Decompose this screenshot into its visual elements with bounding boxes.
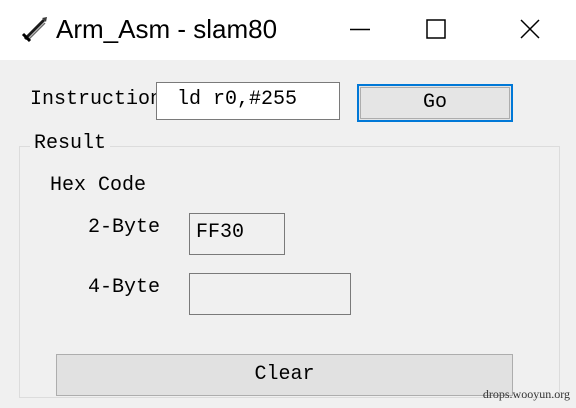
title-bar[interactable]: Arm_Asm - slam80	[0, 0, 576, 60]
close-button[interactable]	[486, 0, 576, 60]
window-title: Arm_Asm - slam80	[56, 14, 278, 44]
two-byte-output[interactable]: FF30	[189, 213, 285, 255]
minimize-icon	[350, 28, 370, 31]
instruction-input[interactable]: ld r0,#255	[156, 82, 340, 120]
maximize-button[interactable]	[392, 0, 482, 60]
watermark-text: drops.wooyun.org	[482, 387, 570, 401]
maximize-icon	[426, 19, 446, 39]
hex-code-label: Hex Code	[50, 174, 147, 197]
clear-button[interactable]: Clear	[56, 354, 513, 396]
two-byte-label: 2-Byte	[88, 216, 161, 239]
four-byte-label: 4-Byte	[88, 276, 161, 299]
go-button[interactable]: Go	[357, 84, 513, 122]
sword-icon	[20, 14, 50, 44]
instruction-label: Instruction:	[30, 88, 175, 111]
client-area: Instruction: ld r0,#255 Go Result Hex Co…	[0, 60, 576, 408]
close-icon	[520, 19, 540, 39]
app-window: Arm_Asm - slam80 Instruction: ld r0,#255…	[0, 0, 576, 408]
four-byte-output[interactable]	[189, 273, 351, 315]
result-legend: Result	[30, 132, 111, 155]
